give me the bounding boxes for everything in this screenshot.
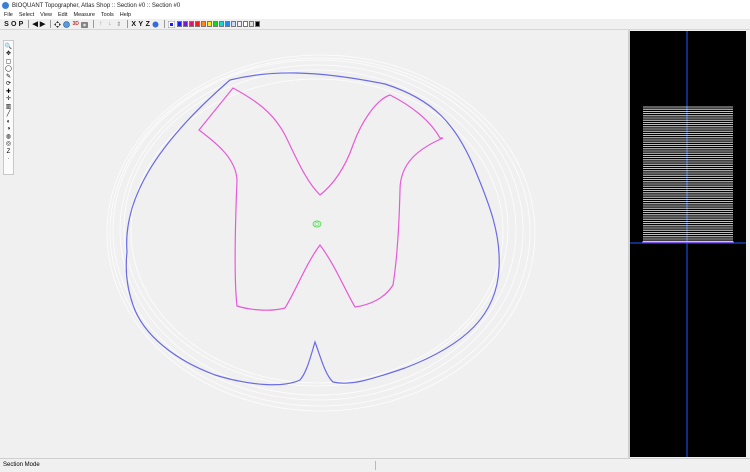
color-picker-icon[interactable] — [168, 20, 176, 28]
x-axis-button[interactable]: X — [131, 20, 136, 29]
tool-icon[interactable]: ✥ — [5, 51, 13, 59]
p-button[interactable]: P — [18, 20, 24, 29]
menu-bar: File Select View Edit Measure Tools Help — [0, 11, 750, 19]
section-canvas[interactable] — [15, 30, 628, 458]
sphere-icon[interactable] — [152, 21, 159, 28]
next-section-button[interactable]: ▶ — [40, 20, 45, 29]
status-mode: Section Mode — [0, 461, 376, 470]
menu-tools[interactable]: Tools — [98, 12, 117, 18]
arrow-down-icon[interactable]: ↓ — [106, 21, 113, 28]
color-palette — [177, 21, 261, 27]
tool-icon[interactable]: ◐ — [5, 118, 13, 126]
tool-icon[interactable]: ╱ — [5, 111, 13, 119]
app-icon — [2, 2, 9, 9]
inner-contour[interactable] — [198, 87, 444, 311]
toolbar-separator — [28, 20, 30, 28]
side-view-pane[interactable] — [630, 31, 746, 457]
tool-icon[interactable]: ✚ — [5, 88, 13, 96]
tool-icon[interactable]: ✎ — [5, 73, 13, 81]
color-swatch[interactable] — [213, 21, 219, 27]
color-swatch[interactable] — [189, 21, 195, 27]
menu-view[interactable]: View — [37, 12, 55, 18]
tool-icon[interactable]: ◑ — [5, 126, 13, 134]
center-marker[interactable] — [312, 220, 322, 228]
tool-palette: 🔍 ✥ ▢ ◯ ✎ ⟳ ✚ ✛ ▥ ╱ ◐ ◑ ◍ ◎ Z · — [3, 40, 14, 175]
toolbar: S O P ◀ ▶ 3D ↑ ↓ ⇕ X Y Z — [0, 19, 750, 30]
tool-icon[interactable]: · — [5, 156, 13, 164]
color-swatch[interactable] — [207, 21, 213, 27]
tool-icon[interactable]: ◎ — [5, 141, 13, 149]
move-icon[interactable] — [54, 20, 62, 28]
color-swatch[interactable] — [201, 21, 207, 27]
color-swatch[interactable] — [255, 21, 261, 27]
tool-icon[interactable]: 🔍 — [5, 43, 13, 51]
tool-icon[interactable]: Z — [5, 148, 13, 156]
arrow-up-icon[interactable]: ↑ — [97, 21, 104, 28]
color-swatch[interactable] — [231, 21, 237, 27]
menu-file[interactable]: File — [0, 12, 16, 18]
3d-view-icon[interactable]: 3D — [72, 21, 79, 28]
toolbar-separator — [164, 20, 166, 28]
stack-icon[interactable]: ⇕ — [115, 21, 122, 28]
globe-icon[interactable] — [63, 20, 71, 28]
color-swatch[interactable] — [219, 21, 225, 27]
tool-icon[interactable]: ◍ — [5, 133, 13, 141]
window-title: BIOQUANT Topographer, Atlas Shop :: Sect… — [12, 2, 181, 9]
color-swatch[interactable] — [177, 21, 183, 27]
status-bar: Section Mode — [0, 458, 750, 472]
tool-icon[interactable]: ▢ — [5, 58, 13, 66]
tool-icon[interactable]: ▥ — [5, 103, 13, 111]
menu-select[interactable]: Select — [16, 12, 37, 18]
toolbar-separator — [50, 20, 52, 28]
menu-help[interactable]: Help — [117, 12, 134, 18]
color-swatch[interactable] — [243, 21, 249, 27]
o-button[interactable]: O — [11, 20, 16, 29]
side-view-drawing — [630, 31, 746, 457]
color-swatch[interactable] — [183, 21, 189, 27]
section-stack — [643, 106, 733, 242]
tool-icon[interactable]: ◯ — [5, 66, 13, 74]
toolbar-separator — [93, 20, 95, 28]
menu-edit[interactable]: Edit — [55, 12, 70, 18]
color-swatch[interactable] — [195, 21, 201, 27]
y-axis-button[interactable]: Y — [138, 20, 143, 29]
color-swatch[interactable] — [225, 21, 231, 27]
menu-measure[interactable]: Measure — [70, 12, 97, 18]
section-drawing — [106, 54, 536, 412]
toolbar-separator — [127, 20, 129, 28]
color-swatch[interactable] — [249, 21, 255, 27]
s-button[interactable]: S — [4, 20, 9, 29]
camera-icon[interactable] — [81, 21, 88, 28]
z-axis-button[interactable]: Z — [145, 20, 150, 29]
title-bar: BIOQUANT Topographer, Atlas Shop :: Sect… — [0, 0, 750, 11]
tool-icon[interactable]: ✛ — [5, 96, 13, 104]
color-swatch[interactable] — [237, 21, 243, 27]
tool-icon[interactable]: ⟳ — [5, 81, 13, 89]
previous-section-button[interactable]: ◀ — [32, 20, 37, 29]
